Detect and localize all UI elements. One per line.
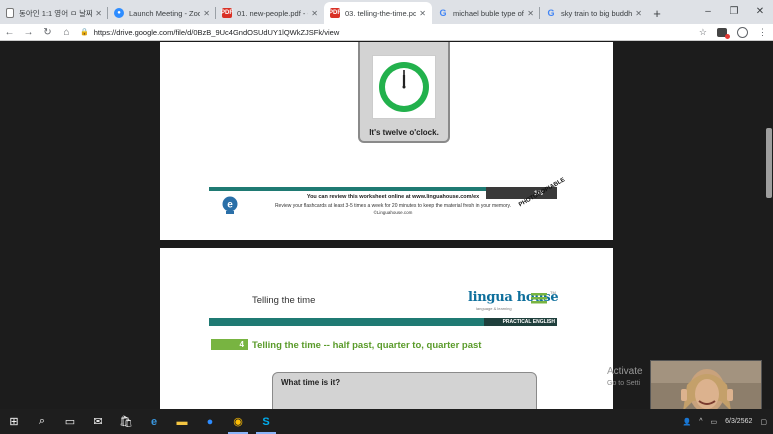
browser-toolbar: ← → ↻ ⌂ 🔒 https://drive.google.com/file/… xyxy=(0,24,773,41)
network-icon[interactable]: ▭ xyxy=(711,418,718,426)
forward-icon[interactable]: → xyxy=(19,24,38,41)
tab-strip: 동아인 1:1 영어 ㅁ 날짜… ✕ ● Launch Meeting - Zo… xyxy=(0,0,773,24)
clock-card: It's twelve o'clock. xyxy=(358,42,450,143)
pdf-viewer[interactable]: It's twelve o'clock. 1/3 e You can revie… xyxy=(0,42,773,409)
minimize-icon[interactable]: – xyxy=(695,0,721,22)
tab-new-people-pdf[interactable]: PDF 01. new-people.pdf - G ✕ xyxy=(216,2,324,24)
chevron-up-icon[interactable]: ^ xyxy=(699,418,702,425)
skype-icon[interactable]: S xyxy=(252,409,280,434)
tab-title: 01. new-people.pdf - G xyxy=(237,8,309,18)
section-number: 4 xyxy=(211,339,248,350)
brand-flag-icon xyxy=(530,291,548,307)
maximize-icon[interactable]: ❐ xyxy=(721,0,747,22)
close-tab-icon[interactable]: ✕ xyxy=(527,9,534,18)
system-tray: 👤 ^ ▭ 6/3/2562 ▢ xyxy=(682,409,773,434)
zoom-icon: ● xyxy=(114,8,124,18)
activate-windows-subtext: Go to Setti xyxy=(607,380,641,387)
close-tab-icon[interactable]: ✕ xyxy=(95,9,102,18)
back-icon[interactable]: ← xyxy=(0,24,19,41)
menu-icon[interactable]: ⋮ xyxy=(758,27,767,38)
pdf-icon: PDF xyxy=(329,8,341,18)
notification-icon[interactable]: ▢ xyxy=(760,418,767,426)
tab-title: 동아인 1:1 영어 ㅁ 날짜… xyxy=(19,8,93,18)
people-icon[interactable]: 👤 xyxy=(682,418,691,426)
tab-telling-the-time-pdf[interactable]: PDF 03. telling-the-time.pdf ✕ xyxy=(324,2,432,24)
tab-title: michael buble type of xyxy=(453,8,524,18)
scrollbar-thumb[interactable] xyxy=(766,128,772,198)
pdf-page-2: Telling the time lingua house language &… xyxy=(160,248,613,409)
section-title: Telling the time -- half past, quarter t… xyxy=(252,340,482,351)
windows-taskbar: ⊞ ⌕ ▭ ✉ 🛍 e ▬ ● ◉ S 👤 ^ ▭ 6/3/2562 ▢ xyxy=(0,409,773,434)
search-icon[interactable]: ⌕ xyxy=(28,409,56,434)
svg-text:e: e xyxy=(227,200,233,211)
linguahouse-e-logo: e xyxy=(221,195,239,215)
activate-windows-watermark: Activate xyxy=(607,366,643,377)
worksheet-title: Telling the time xyxy=(252,295,316,306)
close-tab-icon[interactable]: ✕ xyxy=(635,9,642,18)
pdf-icon: PDF xyxy=(221,8,233,18)
bookmark-star-icon[interactable]: ☆ xyxy=(699,27,707,38)
home-icon[interactable]: ⌂ xyxy=(57,24,76,41)
close-tab-icon[interactable]: ✕ xyxy=(311,9,318,18)
close-window-icon[interactable]: ✕ xyxy=(747,0,773,22)
zoom-app-icon[interactable]: ● xyxy=(196,409,224,434)
question-card: What time is it? xyxy=(272,372,537,409)
tab-title: sky train to big buddha xyxy=(561,8,633,18)
mail-icon[interactable]: ✉ xyxy=(84,409,112,434)
extension-icon[interactable] xyxy=(717,28,730,39)
close-tab-icon[interactable]: ✕ xyxy=(419,9,426,18)
question-text: What time is it? xyxy=(281,378,341,387)
document-icon xyxy=(6,8,14,18)
brand-tagline: language & learning xyxy=(476,306,512,311)
profile-icon[interactable] xyxy=(737,27,748,38)
window-controls: – ❐ ✕ xyxy=(695,0,773,22)
trademark: TM xyxy=(550,290,556,295)
photocopiable-stamp: PHOTOCOPIABLE xyxy=(518,177,567,209)
tab-zoom[interactable]: ● Launch Meeting - Zoom ✕ xyxy=(108,2,216,24)
pdf-page-1: It's twelve o'clock. 1/3 e You can revie… xyxy=(160,42,613,240)
store-icon[interactable]: 🛍 xyxy=(112,409,140,434)
url-text: https://drive.google.com/file/d/0BzB_9Uc… xyxy=(93,27,340,37)
google-icon: G xyxy=(547,8,555,18)
clock-image xyxy=(372,55,436,119)
reload-icon[interactable]: ↻ xyxy=(38,24,57,41)
system-clock[interactable]: 6/3/2562 xyxy=(725,418,752,425)
clock-caption: It's twelve o'clock. xyxy=(369,128,439,137)
footer-review-flashcards: Review your flashcards at least 3-5 time… xyxy=(274,203,512,209)
tab-title: 03. telling-the-time.pdf xyxy=(345,8,417,18)
task-view-icon[interactable]: ▭ xyxy=(56,409,84,434)
google-icon: G xyxy=(439,8,447,18)
edge-icon[interactable]: e xyxy=(140,409,168,434)
windows-start-icon[interactable]: ⊞ xyxy=(0,409,28,434)
tab-title: Launch Meeting - Zoom xyxy=(129,8,201,18)
tab-sky-train[interactable]: G sky train to big buddha ✕ xyxy=(540,2,648,24)
footer-copyright: ©Linguahouse.com xyxy=(373,210,413,215)
tab-michael-buble[interactable]: G michael buble type of ✕ xyxy=(432,2,540,24)
scrollbar-track[interactable] xyxy=(765,42,773,409)
address-bar[interactable]: 🔒 https://drive.google.com/file/d/0BzB_9… xyxy=(80,25,680,40)
new-tab-button[interactable]: + xyxy=(648,2,666,24)
chrome-icon[interactable]: ◉ xyxy=(224,409,252,434)
lock-icon: 🔒 xyxy=(80,29,89,36)
tab-document[interactable]: 동아인 1:1 영어 ㅁ 날짜… ✕ xyxy=(0,2,108,24)
close-tab-icon[interactable]: ✕ xyxy=(203,9,210,18)
footer-review-online: You can review this worksheet online at … xyxy=(306,194,480,200)
file-explorer-icon[interactable]: ▬ xyxy=(168,409,196,434)
practical-english-label: PRACTICAL ENGLISH xyxy=(502,319,555,325)
